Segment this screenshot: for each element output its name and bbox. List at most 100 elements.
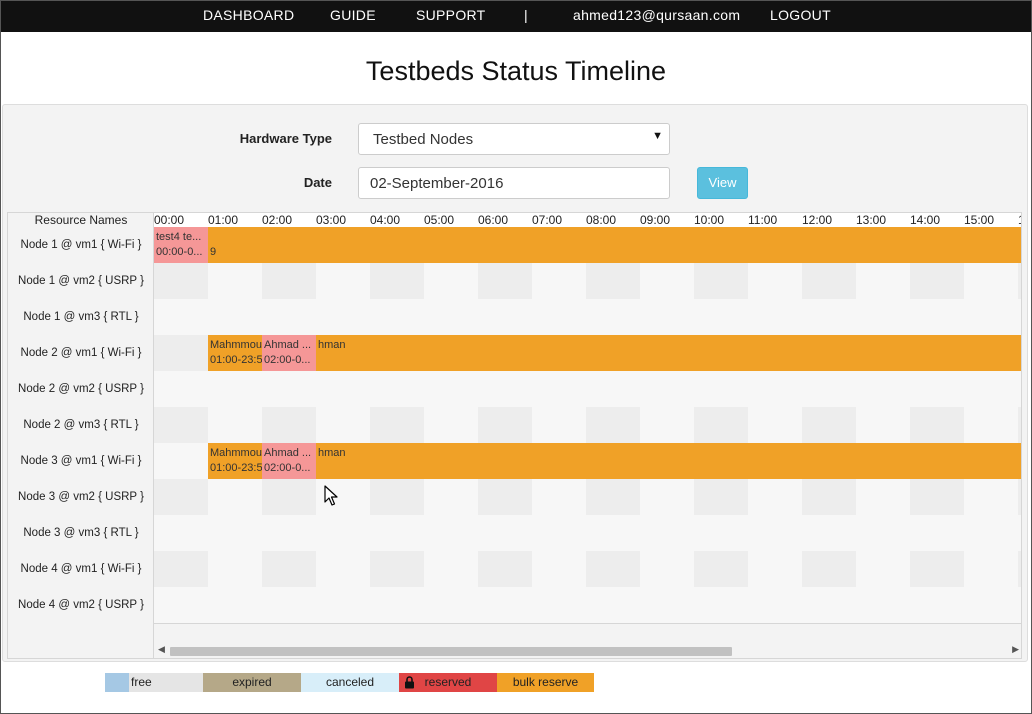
timeline-cell[interactable]: [1018, 407, 1021, 443]
timeline-cell[interactable]: [640, 299, 694, 335]
timeline-cell[interactable]: [640, 263, 694, 299]
timeline-cell[interactable]: [802, 371, 856, 407]
timeline-cell[interactable]: [532, 479, 586, 515]
timeline-cell[interactable]: [424, 299, 478, 335]
scroll-right-icon[interactable]: ▶: [1012, 644, 1019, 655]
timeline-cell[interactable]: [532, 587, 586, 623]
timeline-cell[interactable]: [964, 551, 1018, 587]
timeline-cell[interactable]: [154, 479, 208, 515]
timeline-cell[interactable]: [802, 515, 856, 551]
timeline-cell[interactable]: [910, 587, 964, 623]
timeline-cell[interactable]: [910, 551, 964, 587]
timeline-cell[interactable]: [262, 263, 316, 299]
timeline-cell[interactable]: [478, 479, 532, 515]
timeline-cell[interactable]: [586, 479, 640, 515]
timeline-cell[interactable]: [370, 263, 424, 299]
timeline-cell[interactable]: [154, 263, 208, 299]
timeline-cell[interactable]: [910, 371, 964, 407]
timeline-cell[interactable]: [208, 479, 262, 515]
timeline-cell[interactable]: [910, 479, 964, 515]
timeline-cell[interactable]: [1018, 551, 1021, 587]
timeline-cell[interactable]: [154, 515, 208, 551]
timeline-cell[interactable]: [640, 515, 694, 551]
timeline-cell[interactable]: [748, 551, 802, 587]
timeline-cell[interactable]: [964, 299, 1018, 335]
timeline-cell[interactable]: [262, 515, 316, 551]
reserved-event[interactable]: test4 te... 00:00-0...: [154, 227, 208, 263]
timeline-cell[interactable]: [424, 263, 478, 299]
timeline-cell[interactable]: [856, 479, 910, 515]
timeline-cell[interactable]: [478, 263, 532, 299]
reserved-event[interactable]: Ahmad ... 02:00-0...: [262, 335, 316, 371]
timeline-cell[interactable]: [208, 263, 262, 299]
timeline-cell[interactable]: [532, 551, 586, 587]
timeline-cell[interactable]: [640, 479, 694, 515]
timeline-cell[interactable]: [910, 407, 964, 443]
timeline-cell[interactable]: [802, 479, 856, 515]
timeline-cell[interactable]: [910, 515, 964, 551]
bulk-reserve-event[interactable]: hman: [316, 443, 1021, 479]
timeline-cell[interactable]: [208, 371, 262, 407]
timeline-cell[interactable]: [802, 551, 856, 587]
reserved-event[interactable]: Ahmad ... 02:00-0...: [262, 443, 316, 479]
timeline-cell[interactable]: [964, 587, 1018, 623]
timeline-cell[interactable]: [586, 407, 640, 443]
nav-guide-link[interactable]: GUIDE: [330, 7, 376, 23]
timeline-cell[interactable]: [694, 407, 748, 443]
timeline-cell[interactable]: [964, 479, 1018, 515]
timeline-cell[interactable]: [694, 587, 748, 623]
timeline-cell[interactable]: [208, 299, 262, 335]
timeline-cell[interactable]: [316, 587, 370, 623]
timeline-cell[interactable]: [694, 515, 748, 551]
timeline-cell[interactable]: [532, 299, 586, 335]
timeline-cell[interactable]: [748, 371, 802, 407]
timeline-cell[interactable]: [640, 407, 694, 443]
timeline-cell[interactable]: [154, 407, 208, 443]
timeline-cell[interactable]: [370, 407, 424, 443]
timeline-cell[interactable]: [640, 587, 694, 623]
timeline-cell[interactable]: [748, 263, 802, 299]
timeline-cell[interactable]: [532, 263, 586, 299]
timeline-cell[interactable]: [370, 587, 424, 623]
timeline-cell[interactable]: [856, 515, 910, 551]
timeline-cell[interactable]: [748, 407, 802, 443]
timeline-cell[interactable]: [694, 551, 748, 587]
timeline-cell[interactable]: [856, 299, 910, 335]
timeline-cell[interactable]: [316, 371, 370, 407]
timeline-cell[interactable]: [964, 515, 1018, 551]
timeline-cell[interactable]: [262, 371, 316, 407]
timeline-cell[interactable]: [316, 407, 370, 443]
timeline-cell[interactable]: [748, 515, 802, 551]
scrollbar-thumb[interactable]: [170, 647, 732, 656]
timeline-cell[interactable]: [208, 587, 262, 623]
timeline-cell[interactable]: [532, 371, 586, 407]
timeline-cell[interactable]: [154, 371, 208, 407]
timeline-cell[interactable]: [154, 335, 208, 371]
hardware-type-select[interactable]: Testbed Nodes ▼: [358, 123, 670, 155]
timeline-cell[interactable]: [586, 263, 640, 299]
timeline-cell[interactable]: [370, 371, 424, 407]
timeline-cell[interactable]: [424, 551, 478, 587]
timeline-cell[interactable]: [262, 551, 316, 587]
timeline-cell[interactable]: [802, 263, 856, 299]
timeline-cell[interactable]: [856, 263, 910, 299]
timeline-cell[interactable]: [208, 407, 262, 443]
timeline-cell[interactable]: [478, 515, 532, 551]
timeline-cell[interactable]: [910, 299, 964, 335]
timeline-cell[interactable]: [208, 551, 262, 587]
horizontal-scrollbar[interactable]: ◀ ▶: [154, 643, 1021, 658]
nav-support-link[interactable]: SUPPORT: [416, 7, 486, 23]
timeline-cell[interactable]: [478, 371, 532, 407]
date-input[interactable]: 02-September-2016: [358, 167, 670, 199]
timeline-cell[interactable]: [424, 479, 478, 515]
timeline-cell[interactable]: [640, 551, 694, 587]
timeline-cell[interactable]: [370, 299, 424, 335]
timeline-cell[interactable]: [478, 551, 532, 587]
timeline-cell[interactable]: [154, 443, 208, 479]
timeline-cell[interactable]: [316, 263, 370, 299]
bulk-reserve-event[interactable]: Mahmmou 01:00-23:5: [208, 335, 262, 371]
timeline-cell[interactable]: [1018, 299, 1021, 335]
timeline-cell[interactable]: [424, 407, 478, 443]
scroll-left-icon[interactable]: ◀: [158, 644, 165, 655]
timeline-cell[interactable]: [370, 515, 424, 551]
